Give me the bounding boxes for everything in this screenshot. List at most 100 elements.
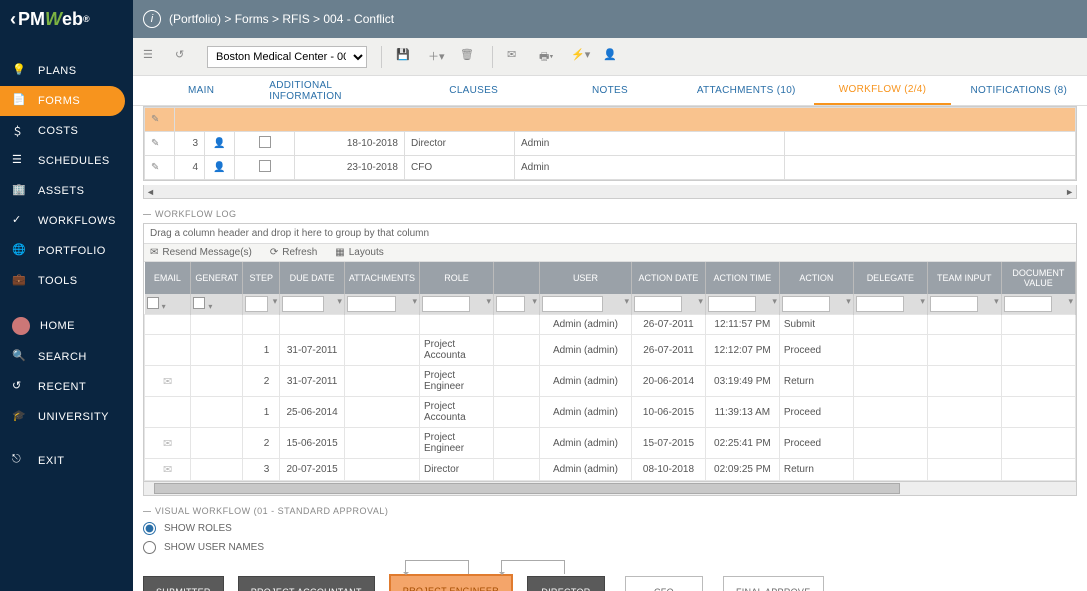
upper-row[interactable]: ✎ bbox=[145, 108, 1076, 132]
funnel-icon[interactable]: ▾ bbox=[1068, 296, 1073, 307]
nav-forms[interactable]: 📄FORMS bbox=[0, 86, 125, 116]
nav-plans[interactable]: 💡PLANS bbox=[0, 56, 133, 86]
col-header[interactable]: STEP bbox=[243, 262, 280, 294]
nav-workflows[interactable]: ✓WORKFLOWS bbox=[0, 206, 133, 236]
info-icon[interactable]: i bbox=[143, 10, 161, 28]
tab-notes[interactable]: NOTES bbox=[542, 76, 678, 105]
edit-icon[interactable]: ✎ bbox=[151, 162, 159, 173]
col-header[interactable]: USER bbox=[539, 262, 631, 294]
log-row[interactable]: ✉231-07-2011Project EngineerAdmin (admin… bbox=[145, 366, 1076, 397]
log-row[interactable]: Admin (admin)26-07-201112:11:57 PMSubmit bbox=[145, 315, 1076, 335]
nav-schedules[interactable]: ☰SCHEDULES bbox=[0, 146, 133, 176]
flow-box-final-approve[interactable]: FINAL APPROVE bbox=[723, 576, 824, 591]
filter-input[interactable] bbox=[282, 296, 324, 312]
log-scrollbar[interactable] bbox=[143, 482, 1077, 496]
filter-input[interactable] bbox=[496, 296, 525, 312]
col-header[interactable] bbox=[494, 262, 540, 294]
col-header[interactable]: DUE DATE bbox=[280, 262, 345, 294]
funnel-icon[interactable]: ▾ bbox=[698, 296, 703, 307]
nav-recent[interactable]: ↺RECENT bbox=[0, 372, 133, 402]
col-header[interactable]: TEAM INPUT bbox=[927, 262, 1001, 294]
filter-checkbox[interactable] bbox=[147, 297, 159, 309]
show-users-radio[interactable]: SHOW USER NAMES bbox=[143, 541, 1077, 554]
layouts-button[interactable]: ▦ Layouts bbox=[335, 247, 383, 258]
funnel-icon[interactable]: ▾ bbox=[846, 296, 851, 307]
bolt-icon[interactable]: ⚡▾ bbox=[571, 48, 589, 66]
nav-search[interactable]: 🔍SEARCH bbox=[0, 342, 133, 372]
nav-home[interactable]: HOME bbox=[0, 310, 133, 342]
flow-box-cfo[interactable]: CFO bbox=[625, 576, 703, 591]
funnel-icon[interactable]: ▾ bbox=[487, 296, 492, 307]
log-row[interactable]: 131-07-2011Project AccountaAdmin (admin)… bbox=[145, 335, 1076, 366]
checkbox[interactable] bbox=[259, 136, 271, 148]
funnel-icon[interactable]: ▾ bbox=[625, 296, 630, 307]
col-header[interactable]: ACTION bbox=[779, 262, 853, 294]
flow-box-submitter[interactable]: SUBMITTER bbox=[143, 576, 224, 591]
mail-icon[interactable]: ✉ bbox=[507, 48, 525, 66]
tab-attachments-[interactable]: ATTACHMENTS (10) bbox=[678, 76, 814, 105]
funnel-icon[interactable]: ▾ bbox=[337, 296, 342, 307]
filter-input[interactable] bbox=[245, 296, 267, 312]
save-icon[interactable]: 💾 bbox=[396, 48, 414, 66]
col-header[interactable]: EMAIL bbox=[145, 262, 191, 294]
filter-input[interactable] bbox=[782, 296, 830, 312]
nav-university[interactable]: 🎓UNIVERSITY bbox=[0, 402, 133, 432]
tab-workflow-[interactable]: WORKFLOW (2/4) bbox=[814, 76, 950, 105]
funnel-icon[interactable]: ▾ bbox=[920, 296, 925, 307]
log-row[interactable]: ✉215-06-2015Project EngineerAdmin (admin… bbox=[145, 428, 1076, 459]
nav-tools[interactable]: 💼TOOLS bbox=[0, 266, 133, 296]
outdent-icon[interactable]: ☰ bbox=[143, 48, 161, 66]
checkbox[interactable] bbox=[259, 160, 271, 172]
col-header[interactable]: GENERAT bbox=[191, 262, 243, 294]
filter-input[interactable] bbox=[422, 296, 470, 312]
nav-assets[interactable]: 🏢ASSETS bbox=[0, 176, 133, 206]
tab-notifications-[interactable]: NOTIFICATIONS (8) bbox=[951, 76, 1087, 105]
upper-grid-scrollbar[interactable]: ◄► bbox=[143, 185, 1077, 199]
filter-checkbox[interactable] bbox=[193, 297, 205, 309]
funnel-icon[interactable]: ▾ bbox=[412, 296, 417, 307]
edit-icon[interactable]: ✎ bbox=[151, 114, 159, 125]
dollar-icon: ＄ bbox=[12, 123, 28, 139]
filter-input[interactable] bbox=[856, 296, 904, 312]
col-header[interactable]: ROLE bbox=[420, 262, 494, 294]
resend-button[interactable]: ✉ Resend Message(s) bbox=[150, 247, 252, 258]
col-header[interactable]: DOCUMENT VALUE bbox=[1001, 262, 1075, 294]
col-header[interactable]: ATTACHMENTS bbox=[344, 262, 419, 294]
user-icon[interactable]: 👤 bbox=[603, 48, 621, 66]
tab-additional-information[interactable]: ADDITIONAL INFORMATION bbox=[269, 76, 405, 105]
filter-input[interactable] bbox=[347, 296, 396, 312]
add-icon[interactable]: ＋▾ bbox=[428, 48, 446, 66]
funnel-icon[interactable]: ▾ bbox=[772, 296, 777, 307]
tab-main[interactable]: MAIN bbox=[133, 76, 269, 105]
funnel-icon[interactable]: ▾ bbox=[273, 296, 278, 307]
filter-input[interactable] bbox=[1004, 296, 1053, 312]
delete-icon[interactable]: 🗑 bbox=[460, 48, 478, 66]
col-header[interactable]: DELEGATE bbox=[853, 262, 927, 294]
filter-input[interactable] bbox=[930, 296, 978, 312]
nav-exit[interactable]: ⎋EXIT bbox=[0, 446, 133, 476]
history-icon[interactable]: ↺ bbox=[175, 48, 193, 66]
check-icon: ✓ bbox=[12, 213, 28, 229]
filter-input[interactable] bbox=[542, 296, 603, 312]
funnel-icon[interactable]: ▾ bbox=[532, 296, 537, 307]
envelope-icon: ✉ bbox=[163, 464, 172, 476]
tab-clauses[interactable]: CLAUSES bbox=[406, 76, 542, 105]
show-roles-radio[interactable]: SHOW ROLES bbox=[143, 522, 1077, 535]
col-header[interactable]: ACTION DATE bbox=[632, 262, 706, 294]
log-row[interactable]: ✉320-07-2015DirectorAdmin (admin)08-10-2… bbox=[145, 459, 1076, 481]
flow-box-project-accountant[interactable]: PROJECT ACCOUNTANT bbox=[238, 576, 375, 591]
nav-portfolio[interactable]: 🌐PORTFOLIO bbox=[0, 236, 133, 266]
refresh-button[interactable]: ⟳ Refresh bbox=[270, 247, 317, 258]
upper-row[interactable]: ✎4👤23-10-2018CFOAdmin bbox=[145, 156, 1076, 180]
nav-costs[interactable]: ＄COSTS bbox=[0, 116, 133, 146]
log-row[interactable]: 125-06-2014Project AccountaAdmin (admin)… bbox=[145, 397, 1076, 428]
filter-input[interactable] bbox=[708, 296, 756, 312]
funnel-icon[interactable]: ▾ bbox=[994, 296, 999, 307]
project-select[interactable]: Boston Medical Center - 004 - Confli bbox=[207, 46, 367, 68]
flow-box-director[interactable]: DIRECTOR bbox=[527, 576, 605, 591]
filter-input[interactable] bbox=[634, 296, 682, 312]
print-icon[interactable]: 🖶▾ bbox=[539, 48, 557, 66]
upper-row[interactable]: ✎3👤18-10-2018DirectorAdmin bbox=[145, 132, 1076, 156]
col-header[interactable]: ACTION TIME bbox=[705, 262, 779, 294]
edit-icon[interactable]: ✎ bbox=[151, 138, 159, 149]
